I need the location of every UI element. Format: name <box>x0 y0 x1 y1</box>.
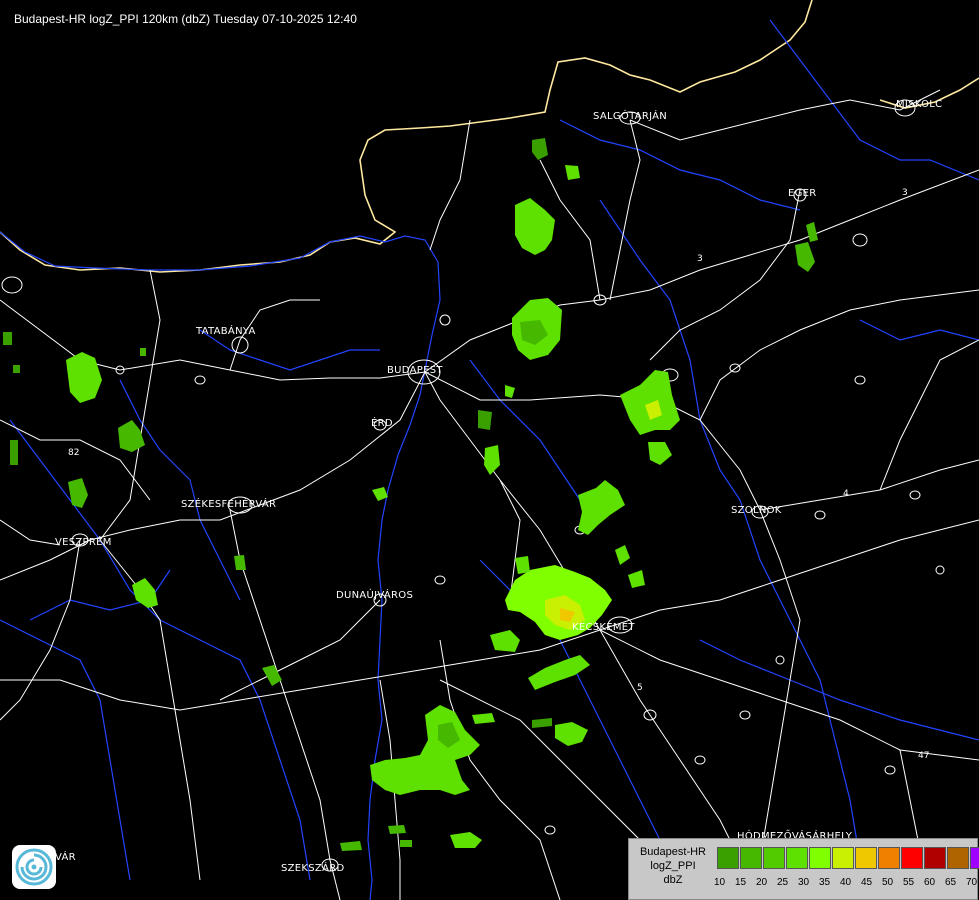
legend-swatch <box>832 847 854 869</box>
legend-tick-label: 55 <box>902 877 915 888</box>
echo <box>340 841 362 851</box>
legend-tick-label: 45 <box>860 877 873 888</box>
legend-tick-label: 20 <box>755 877 768 888</box>
echo <box>578 480 625 535</box>
city-label-budapest: BUDAPEST <box>387 365 443 376</box>
echo <box>66 352 102 403</box>
legend-label: Budapest-HR logZ_PPI dbZ <box>633 845 713 887</box>
radar-map <box>0 0 979 900</box>
legend-line3: dbZ <box>663 874 683 886</box>
city-label-dunaujvaros: DUNAÚJVÁROS <box>336 590 414 601</box>
omsz-logo <box>12 845 56 889</box>
road-number-label: 82 <box>68 448 80 458</box>
legend-swatches <box>717 847 979 869</box>
echo <box>3 332 12 345</box>
legend-tick-label: 40 <box>839 877 852 888</box>
road-number-label: 3 <box>697 254 703 264</box>
echo <box>515 198 555 255</box>
echo <box>532 718 552 728</box>
city-label-erd: ÉRD <box>371 418 393 429</box>
legend-swatch <box>924 847 946 869</box>
echo <box>615 545 630 565</box>
city-label-szekszard: SZEKSZÁRD <box>281 863 345 874</box>
echo <box>372 487 388 501</box>
road-number-label: 47 <box>918 751 930 761</box>
legend-ticks: 10 15 20 25 30 35 40 45 50 55 60 65 70 <box>709 877 979 888</box>
city-label-salgotarjan: SALGÓTARJÁN <box>593 111 668 122</box>
town-outlines <box>1 99 945 872</box>
echo <box>450 832 482 848</box>
legend-swatch <box>809 847 831 869</box>
echo <box>528 655 590 690</box>
city-label-kecskemet: KECSKEMÉT <box>572 622 635 633</box>
legend-tick-label: 60 <box>923 877 936 888</box>
city-label-miskolc: MISKOLC <box>896 99 943 110</box>
echo <box>795 242 815 272</box>
city-label-tatabanya: TATABÁNYA <box>196 326 256 337</box>
echo <box>472 713 495 724</box>
city-label-szolnok: SZOLNOK <box>731 505 782 516</box>
roads <box>0 89 979 900</box>
echo <box>532 138 548 160</box>
legend-line1: Budapest-HR <box>639 846 707 858</box>
swirl-icon <box>15 848 53 886</box>
legend-swatch <box>970 847 979 869</box>
echo <box>388 825 406 834</box>
legend: Budapest-HR logZ_PPI dbZ 10 15 20 25 30 35 40 4… <box>628 838 979 900</box>
legend-swatch <box>786 847 808 869</box>
echo <box>515 556 530 574</box>
map-title: Budapest-HR logZ_PPI 120km (dbZ) Tuesday… <box>14 12 357 26</box>
echo <box>484 445 500 475</box>
legend-tick-label: 50 <box>881 877 894 888</box>
legend-tick-label: 10 <box>713 877 726 888</box>
road-number-label: 4 <box>843 489 849 499</box>
echo <box>478 410 492 430</box>
city-label-veszprem: VESZPRÉM <box>55 537 112 548</box>
echo <box>628 570 645 588</box>
legend-tick-label: 35 <box>818 877 831 888</box>
legend-tick-label: 25 <box>776 877 789 888</box>
echo <box>140 348 146 356</box>
legend-swatch <box>878 847 900 869</box>
legend-tick-label: 65 <box>944 877 957 888</box>
country-border <box>0 0 813 273</box>
legend-swatch <box>763 847 785 869</box>
legend-tick-label: 15 <box>734 877 747 888</box>
legend-swatch <box>717 847 739 869</box>
echo <box>555 722 588 746</box>
echo <box>262 665 282 686</box>
legend-swatch <box>740 847 762 869</box>
legend-tick-label: 70 <box>965 877 978 888</box>
city-label-szekesfehervar: SZÉKESFEHÉRVÁR <box>181 499 277 510</box>
echo <box>648 442 672 465</box>
echo <box>10 440 18 465</box>
legend-tick-label: 30 <box>797 877 810 888</box>
echo <box>490 630 520 652</box>
echo <box>806 222 818 242</box>
road-number-label: 5 <box>637 683 643 693</box>
echo <box>118 420 145 452</box>
road-number-label: 3 <box>902 188 908 198</box>
legend-swatch <box>901 847 923 869</box>
legend-line2: logZ_PPI <box>650 860 696 872</box>
legend-swatch <box>855 847 877 869</box>
radar-echoes <box>3 138 818 851</box>
echo <box>234 555 246 570</box>
echo <box>68 478 88 508</box>
city-label-eger: EGER <box>788 188 817 199</box>
echo <box>13 365 20 373</box>
echo <box>400 840 412 847</box>
echo <box>565 165 580 180</box>
legend-swatch <box>947 847 969 869</box>
echo <box>620 370 680 435</box>
echo <box>505 385 515 398</box>
